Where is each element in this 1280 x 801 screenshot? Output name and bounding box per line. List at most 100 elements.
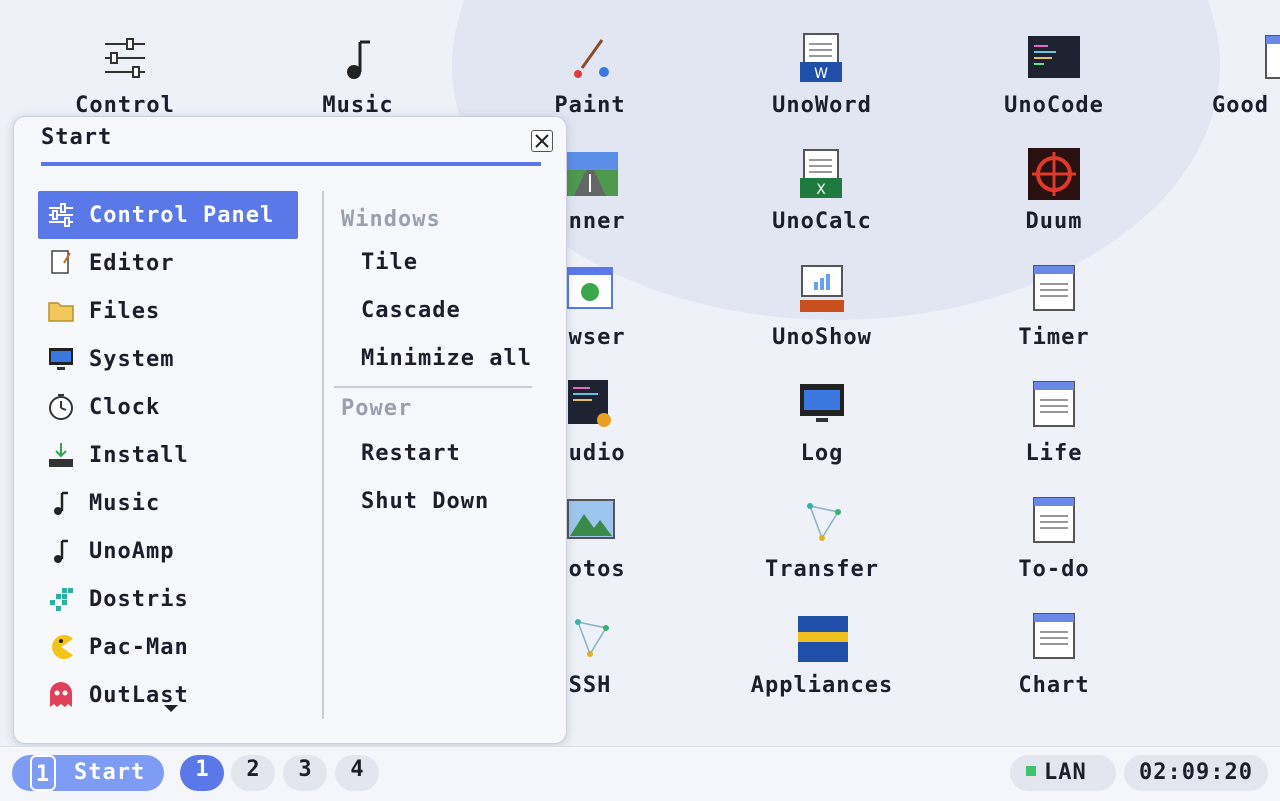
close-icon [535,134,549,148]
monitor-icon [46,344,76,374]
workspace-4[interactable]: 4 [335,755,379,791]
folder-icon [46,296,76,326]
desktop-icon-label: To-do [1018,557,1090,582]
browser-icon [567,267,613,309]
desktop-icon-chart[interactable]: Chart [964,580,1144,698]
app-item-install[interactable]: Install [38,431,298,479]
desktop-icon-label: UnoCode [1004,93,1104,118]
restart-action[interactable]: Restart [334,430,534,478]
desktop-icon-life[interactable]: Life [964,348,1144,466]
app-item-label: UnoAmp [89,538,175,564]
app-list: Control Panel Editor Files System Clock [38,191,298,719]
network-icon [575,619,609,657]
road-game-icon [566,152,618,196]
app-item-label: Editor [89,250,175,276]
app-item-label: Music [89,490,161,516]
start-menu-title: Start [41,125,113,150]
desktop-icon-unocode[interactable]: UnoCode [964,0,1144,118]
start-label: Start [74,760,146,785]
workspace-2[interactable]: 2 [231,755,275,791]
close-button[interactable] [531,130,553,152]
desktop-icon-duum[interactable]: Duum [964,116,1144,234]
desktop-icon-label: Timer [1018,325,1090,350]
music-note-icon [347,40,370,79]
app-item-control-panel[interactable]: Control Panel [38,191,298,239]
desktop-icon-appliances[interactable]: Appliances [732,580,912,698]
start-number: 1 [30,755,56,791]
network-icon [807,503,841,541]
desktop-icon-label: UnoShow [772,325,872,350]
desktop-icon-log[interactable]: Log [732,348,912,466]
start-menu: Start Control Panel Editor Files System … [13,116,567,744]
control-panel-icon [105,38,145,78]
cascade-action[interactable]: Cascade [334,287,534,335]
app-item-label: System [89,346,175,372]
power-heading: Power [341,396,413,421]
desktop-icon-transfer[interactable]: Transfer [732,464,912,582]
desktop-icon-paint[interactable]: Paint [500,0,680,118]
app-item-pac-man[interactable]: Pac-Man [38,623,298,671]
network-label: LAN [1044,760,1087,785]
workspace-3[interactable]: 3 [283,755,327,791]
desktop-icon-label: Good [1212,93,1269,118]
tile-action[interactable]: Tile [334,239,534,287]
code-editor-icon [1028,36,1080,78]
window-icon [1033,381,1075,427]
desktop-icon-unoword[interactable]: W UnoWord [732,0,912,118]
app-item-unoamp[interactable]: UnoAmp [38,527,298,575]
desktop-icon-music[interactable]: Music [268,0,448,118]
ghost-icon [46,680,76,710]
desktop-icon-label: UnoCalc [772,209,872,234]
desktop-icon-label: Control [75,93,175,118]
app-item-editor[interactable]: Editor [38,239,298,287]
minimize-all-action[interactable]: Minimize all [334,335,534,383]
app-item-system[interactable]: System [38,335,298,383]
monitor-icon [800,384,844,422]
window-icon [1033,265,1075,311]
app-item-music[interactable]: Music [38,479,298,527]
network-status-icon [1026,766,1036,776]
windows-heading: Windows [341,207,441,232]
crosshair-icon [1028,148,1080,200]
workspace-1[interactable]: 1 [180,755,224,791]
scroll-down-arrow-icon[interactable] [164,705,178,712]
start-button[interactable]: 1 Start [12,755,164,791]
appliances-icon [798,616,848,662]
window-icon [1265,35,1280,79]
photo-icon [567,499,615,539]
app-item-label: Pac-Man [89,634,189,660]
svg-text:W: W [814,66,828,82]
app-item-label: Files [89,298,161,324]
shut-down-action[interactable]: Shut Down [334,478,534,526]
paint-brush-icon [574,39,609,78]
app-item-label: Control Panel [89,202,275,228]
app-item-dostris[interactable]: Dostris [38,575,298,623]
desktop-icon-unoshow[interactable]: UnoShow [732,232,912,350]
clock-display[interactable]: 02:09:20 [1124,755,1268,791]
svg-text:X: X [816,182,826,198]
desktop-icon-unocalc[interactable]: X UnoCalc [732,116,912,234]
desktop-icon-label: Paint [554,93,626,118]
desktop-icon-label: Life [1025,441,1083,466]
desktop-icon-timer[interactable]: Timer [964,232,1144,350]
app-item-label: OutLast [89,682,189,708]
desktop-icon-good[interactable]: Good [1154,0,1280,118]
desktop-icon-todo[interactable]: To-do [964,464,1144,582]
app-item-clock[interactable]: Clock [38,383,298,431]
desktop-icon-control[interactable]: Control [35,0,215,118]
music-note-icon [46,488,76,518]
app-item-files[interactable]: Files [38,287,298,335]
taskbar: 1 Start 1 2 3 4 LAN 02:09:20 [0,746,1280,801]
sliders-icon [46,200,76,230]
pacman-icon [46,632,76,662]
app-item-label: Install [89,442,189,468]
network-status[interactable]: LAN [1010,755,1116,791]
desktop-icon-label: Chart [1018,673,1090,698]
desktop-icon-label: Duum [1025,209,1083,234]
word-document-icon: W [800,33,842,82]
app-item-label: Dostris [89,586,189,612]
actions-column: Windows Tile Cascade Minimize all Power … [334,191,534,526]
code-studio-icon [568,380,611,427]
presentation-icon [800,265,844,312]
clock-icon [46,392,76,422]
